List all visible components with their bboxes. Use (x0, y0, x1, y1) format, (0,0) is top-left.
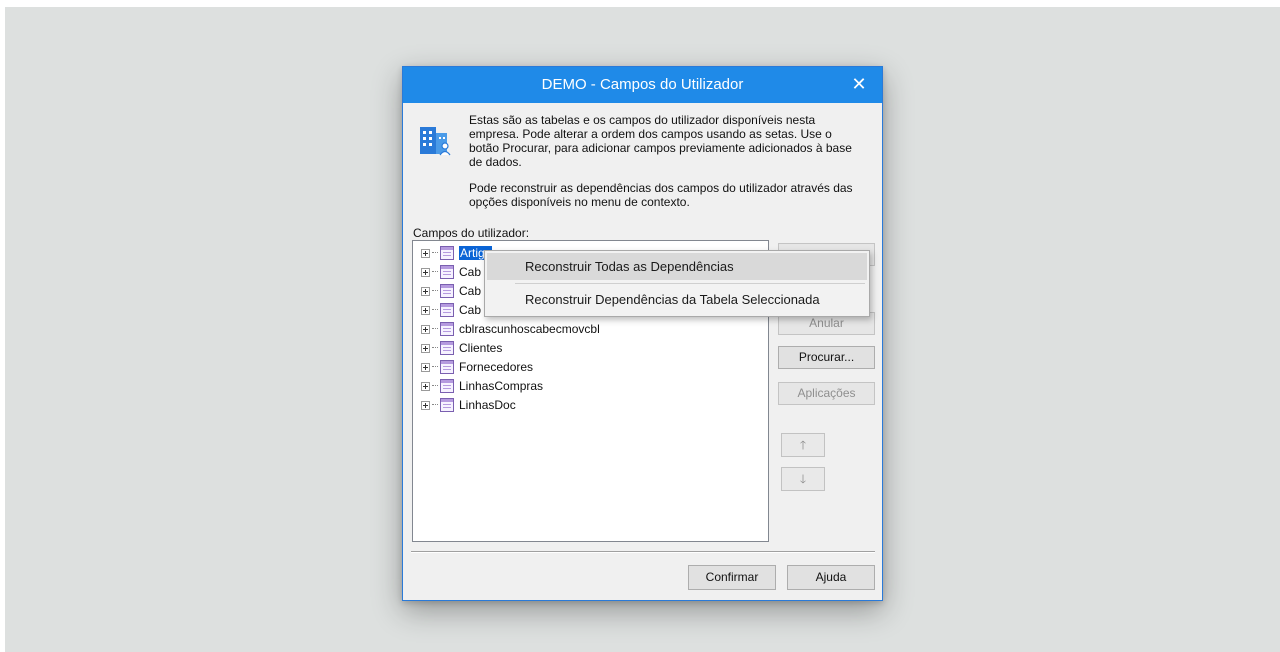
expand-icon[interactable] (421, 400, 430, 410)
arrow-up-icon: 🡑 (799, 438, 807, 452)
tree-item[interactable]: cblrascunhoscabecmovcbl (421, 320, 600, 338)
tree-item-label: LinhasCompras (459, 379, 544, 393)
tree-item[interactable]: Cab (421, 301, 481, 319)
tree-item-label: LinhasDoc (459, 398, 516, 412)
table-icon (440, 341, 454, 355)
menu-separator (515, 283, 865, 284)
tree-item[interactable]: LinhasDoc (421, 396, 516, 414)
context-info-text: Pode reconstruir as dependências dos cam… (469, 181, 853, 209)
expand-icon[interactable] (421, 381, 430, 391)
table-icon (440, 303, 454, 317)
expand-icon[interactable] (421, 324, 430, 334)
dialog-title: DEMO - Campos do Utilizador (541, 76, 744, 93)
table-icon (440, 265, 454, 279)
building-user-icon (420, 127, 451, 156)
info-text: Estas são as tabelas e os campos do util… (469, 113, 852, 169)
table-icon (440, 284, 454, 298)
footer-divider (411, 551, 875, 553)
tree-item[interactable]: Cab (421, 263, 481, 281)
confirmar-button[interactable]: Confirmar (688, 565, 776, 590)
expand-icon[interactable] (421, 248, 430, 258)
menu-item-rebuild-selected[interactable]: Reconstruir Dependências da Tabela Selec… (487, 286, 867, 313)
table-icon (440, 398, 454, 412)
expand-icon[interactable] (421, 362, 430, 372)
table-icon (440, 360, 454, 374)
tree-item[interactable]: LinhasCompras (421, 377, 543, 395)
procurar-button[interactable]: Procurar... (778, 346, 875, 369)
aplicacoes-button[interactable]: Aplicações (778, 382, 875, 405)
tree-item[interactable]: Fornecedores (421, 358, 533, 376)
close-icon: ✕ (851, 74, 867, 94)
tree-item-label: cblrascunhoscabecmovcbl (459, 322, 600, 336)
tree-item-label: Cab (459, 265, 482, 279)
tree-item[interactable]: Artigo (421, 244, 493, 262)
title-bar[interactable]: DEMO - Campos do Utilizador ✕ (403, 67, 882, 103)
arrow-down-icon: 🡓 (799, 472, 807, 486)
tree-item-label: Cab (459, 303, 482, 317)
ajuda-button[interactable]: Ajuda (787, 565, 875, 590)
expand-icon[interactable] (421, 286, 430, 296)
expand-icon[interactable] (421, 305, 430, 315)
context-menu: Reconstruir Todas as Dependências Recons… (484, 250, 870, 317)
table-icon (440, 246, 454, 260)
close-button[interactable]: ✕ (836, 67, 882, 103)
tree-item-label: Fornecedores (459, 360, 534, 374)
user-fields-dialog: DEMO - Campos do Utilizador ✕ Estas são … (402, 66, 883, 601)
fields-list-label: Campos do utilizador: (413, 226, 530, 240)
tree-item[interactable]: Clientes (421, 339, 502, 357)
table-icon (440, 379, 454, 393)
table-icon (440, 322, 454, 336)
tree-item[interactable]: Cab (421, 282, 481, 300)
move-up-button[interactable]: 🡑 (781, 433, 825, 457)
move-down-button[interactable]: 🡓 (781, 467, 825, 491)
expand-icon[interactable] (421, 267, 430, 277)
tree-item-label: Clientes (459, 341, 503, 355)
tree-item-label: Cab (459, 284, 482, 298)
expand-icon[interactable] (421, 343, 430, 353)
menu-item-rebuild-all[interactable]: Reconstruir Todas as Dependências (487, 253, 867, 280)
